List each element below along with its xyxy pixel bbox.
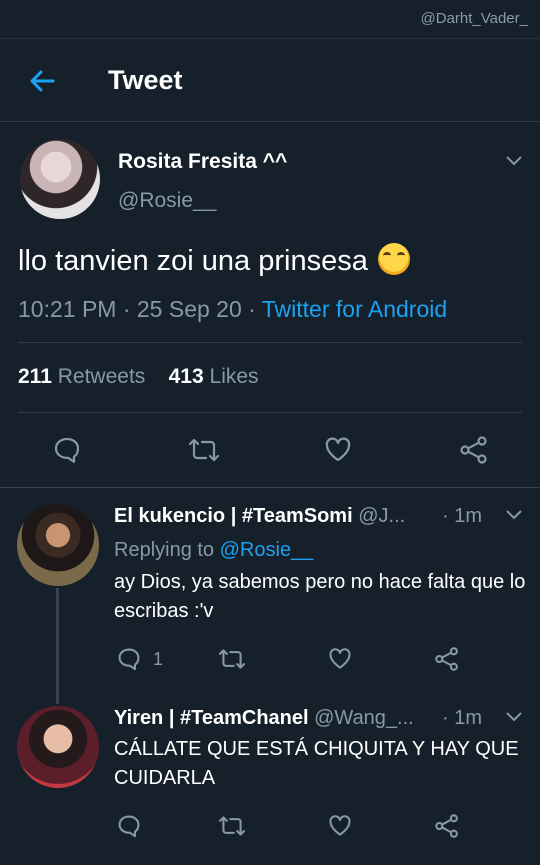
- top-app-bar: Tweet: [0, 38, 540, 122]
- reply-author-handle: @J...: [358, 505, 406, 527]
- share-icon[interactable]: [459, 436, 489, 464]
- reply-author[interactable]: Yiren | #TeamChanel @Wang_...: [114, 707, 414, 730]
- retweet-icon[interactable]: [188, 436, 220, 464]
- author-handle[interactable]: @Rosie__: [118, 189, 216, 213]
- share-icon[interactable]: [434, 814, 460, 838]
- tweet-text: llo tanvien zoi una prinsesa: [18, 243, 410, 278]
- reply-time: · 1m: [442, 505, 482, 527]
- tweet-text-content: llo tanvien zoi una prinsesa: [18, 245, 368, 277]
- tweet-meta: 10:21 PM · 25 Sep 20 · Twitter for Andro…: [18, 296, 447, 323]
- tweet-stats: 211 Retweets 413 Likes: [18, 365, 259, 389]
- chevron-down-icon[interactable]: [506, 510, 522, 520]
- reply-text: CÁLLATE QUE ESTÁ CHIQUITA Y HAY QUE CUID…: [114, 738, 519, 789]
- reply-avatar[interactable]: [17, 706, 99, 788]
- tweet-source-link[interactable]: Twitter for Android: [262, 296, 447, 322]
- replying-to: Replying to @Rosie__: [114, 539, 313, 562]
- reply-icon[interactable]: [117, 647, 141, 671]
- page-title: Tweet: [108, 65, 183, 95]
- share-icon[interactable]: [434, 647, 460, 671]
- reply-icon[interactable]: [53, 436, 81, 464]
- chevron-down-icon[interactable]: [506, 712, 522, 722]
- watermark: @Darht_Vader_: [420, 10, 528, 27]
- like-icon[interactable]: [328, 814, 352, 838]
- retweet-icon[interactable]: [218, 647, 246, 671]
- divider: [18, 412, 522, 413]
- reply-author-name: El kukencio | #TeamSomi: [114, 505, 353, 527]
- reply-count: 1: [153, 649, 164, 669]
- likes-stat[interactable]: 413 Likes: [169, 365, 259, 388]
- reply-author-name: Yiren | #TeamChanel: [114, 707, 309, 729]
- like-icon[interactable]: [328, 647, 352, 671]
- like-icon[interactable]: [324, 436, 352, 464]
- chevron-down-icon[interactable]: [506, 156, 522, 166]
- tweet-timestamp: 10:21 PM · 25 Sep 20 ·: [18, 296, 262, 322]
- reply-author-handle: @Wang_...: [314, 707, 414, 729]
- retweet-icon[interactable]: [218, 814, 246, 838]
- likes-label: Likes: [209, 365, 259, 388]
- likes-count: 413: [168, 365, 204, 388]
- replying-prefix: Replying to: [114, 539, 220, 561]
- reply-avatar[interactable]: [17, 504, 99, 586]
- thread-line: [56, 588, 59, 704]
- retweets-stat[interactable]: 211 Retweets: [18, 365, 145, 388]
- retweets-label: Retweets: [57, 365, 146, 388]
- divider: [18, 342, 522, 343]
- author-name[interactable]: Rosita Fresita ^^: [118, 150, 287, 174]
- divider: [0, 487, 540, 488]
- reply-time: · 1m: [442, 707, 482, 729]
- author-avatar[interactable]: [20, 139, 100, 219]
- laughing-emoji-icon: [377, 243, 410, 275]
- back-arrow-icon[interactable]: [28, 67, 56, 95]
- replying-to-link[interactable]: @Rosie__: [220, 539, 314, 561]
- reply-author[interactable]: El kukencio | #TeamSomi @J...: [114, 505, 405, 528]
- reply-icon[interactable]: [117, 814, 141, 838]
- reply-text: ay Dios, ya sabemos pero no hace falta q…: [114, 571, 526, 622]
- retweets-count: 211: [18, 365, 52, 388]
